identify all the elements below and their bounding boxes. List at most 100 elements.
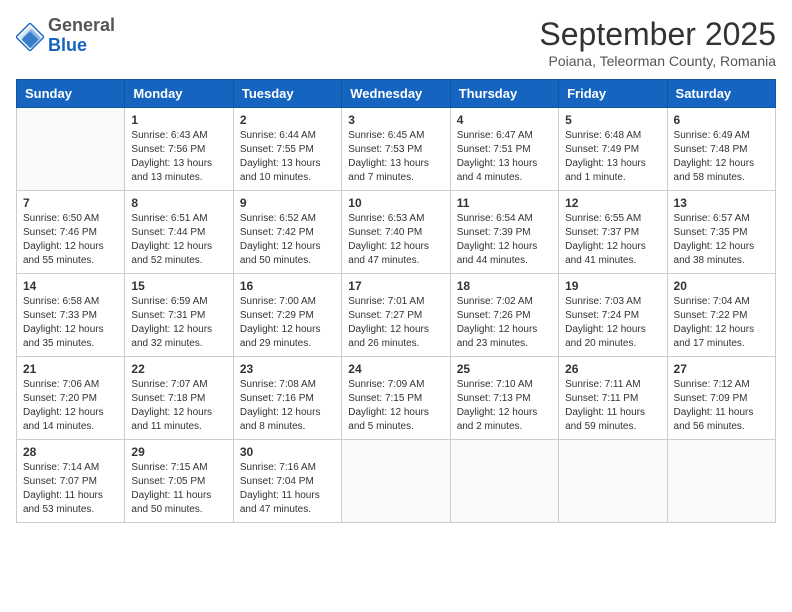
day-number: 19 bbox=[565, 279, 660, 293]
calendar-cell: 15 Sunrise: 6:59 AMSunset: 7:31 PMDayligh… bbox=[125, 274, 233, 357]
calendar-week-1: 1 Sunrise: 6:43 AMSunset: 7:56 PMDaylight… bbox=[17, 108, 776, 191]
day-number: 10 bbox=[348, 196, 443, 210]
day-info: Sunrise: 6:48 AMSunset: 7:49 PMDaylight:… bbox=[565, 129, 660, 185]
calendar-cell bbox=[342, 440, 450, 523]
calendar-cell bbox=[559, 440, 667, 523]
day-info: Sunrise: 6:44 AMSunset: 7:55 PMDaylight:… bbox=[240, 129, 335, 185]
calendar-cell: 22 Sunrise: 7:07 AMSunset: 7:18 PMDayligh… bbox=[125, 357, 233, 440]
day-number: 26 bbox=[565, 362, 660, 376]
day-info: Sunrise: 7:00 AMSunset: 7:29 PMDaylight:… bbox=[240, 295, 335, 351]
day-number: 16 bbox=[240, 279, 335, 293]
logo: General Blue bbox=[16, 16, 115, 56]
calendar-cell bbox=[667, 440, 775, 523]
day-number: 12 bbox=[565, 196, 660, 210]
day-number: 11 bbox=[457, 196, 552, 210]
day-info: Sunrise: 7:01 AMSunset: 7:27 PMDaylight:… bbox=[348, 295, 443, 351]
calendar-cell: 26 Sunrise: 7:11 AMSunset: 7:11 PMDayligh… bbox=[559, 357, 667, 440]
calendar-cell bbox=[450, 440, 558, 523]
day-number: 24 bbox=[348, 362, 443, 376]
calendar-cell: 21 Sunrise: 7:06 AMSunset: 7:20 PMDayligh… bbox=[17, 357, 125, 440]
calendar-cell: 19Sunrise: 7:03 AMSunset: 7:24 PMDayligh… bbox=[559, 274, 667, 357]
logo-icon bbox=[16, 23, 44, 51]
title-block: September 2025 Poiana, Teleorman County,… bbox=[539, 16, 776, 69]
calendar-cell: 16 Sunrise: 7:00 AMSunset: 7:29 PMDayligh… bbox=[233, 274, 341, 357]
calendar-cell: 12 Sunrise: 6:55 AMSunset: 7:37 PMDayligh… bbox=[559, 191, 667, 274]
calendar-cell: 23Sunrise: 7:08 AMSunset: 7:16 PMDayligh… bbox=[233, 357, 341, 440]
calendar-cell: 29 Sunrise: 7:15 AMSunset: 7:05 PMDayligh… bbox=[125, 440, 233, 523]
day-number: 18 bbox=[457, 279, 552, 293]
day-info: Sunrise: 7:09 AMSunset: 7:15 PMDaylight:… bbox=[348, 378, 443, 434]
calendar-cell: 8Sunrise: 6:51 AMSunset: 7:44 PMDaylight… bbox=[125, 191, 233, 274]
calendar-cell: 10 Sunrise: 6:53 AMSunset: 7:40 PMDayligh… bbox=[342, 191, 450, 274]
day-number: 1 bbox=[131, 113, 226, 127]
day-info: Sunrise: 7:02 AMSunset: 7:26 PMDaylight:… bbox=[457, 295, 552, 351]
day-info: Sunrise: 7:07 AMSunset: 7:18 PMDaylight:… bbox=[131, 378, 226, 434]
calendar-week-4: 21 Sunrise: 7:06 AMSunset: 7:20 PMDayligh… bbox=[17, 357, 776, 440]
day-info: Sunrise: 7:08 AMSunset: 7:16 PMDaylight:… bbox=[240, 378, 335, 434]
calendar-cell: 6 Sunrise: 6:49 AMSunset: 7:48 PMDaylight… bbox=[667, 108, 775, 191]
day-info: Sunrise: 7:04 AMSunset: 7:22 PMDaylight:… bbox=[674, 295, 769, 351]
calendar-cell: 13Sunrise: 6:57 AMSunset: 7:35 PMDayligh… bbox=[667, 191, 775, 274]
weekday-tuesday: Tuesday bbox=[233, 80, 341, 108]
calendar-cell: 25 Sunrise: 7:10 AMSunset: 7:13 PMDayligh… bbox=[450, 357, 558, 440]
day-info: Sunrise: 6:50 AMSunset: 7:46 PMDaylight:… bbox=[23, 212, 118, 268]
calendar-cell: 24 Sunrise: 7:09 AMSunset: 7:15 PMDayligh… bbox=[342, 357, 450, 440]
logo-blue: Blue bbox=[48, 36, 115, 56]
day-info: Sunrise: 6:54 AMSunset: 7:39 PMDaylight:… bbox=[457, 212, 552, 268]
weekday-thursday: Thursday bbox=[450, 80, 558, 108]
day-number: 29 bbox=[131, 445, 226, 459]
calendar-cell: 7 Sunrise: 6:50 AMSunset: 7:46 PMDaylight… bbox=[17, 191, 125, 274]
calendar-subtitle: Poiana, Teleorman County, Romania bbox=[539, 53, 776, 69]
weekday-header-row: SundayMondayTuesdayWednesdayThursdayFrid… bbox=[17, 80, 776, 108]
weekday-sunday: Sunday bbox=[17, 80, 125, 108]
day-number: 13 bbox=[674, 196, 769, 210]
day-number: 14 bbox=[23, 279, 118, 293]
calendar-week-5: 28 Sunrise: 7:14 AMSunset: 7:07 PMDayligh… bbox=[17, 440, 776, 523]
calendar-cell: 14Sunrise: 6:58 AMSunset: 7:33 PMDayligh… bbox=[17, 274, 125, 357]
calendar-cell: 20 Sunrise: 7:04 AMSunset: 7:22 PMDayligh… bbox=[667, 274, 775, 357]
day-number: 20 bbox=[674, 279, 769, 293]
day-number: 28 bbox=[23, 445, 118, 459]
calendar-week-3: 14Sunrise: 6:58 AMSunset: 7:33 PMDayligh… bbox=[17, 274, 776, 357]
day-info: Sunrise: 6:45 AMSunset: 7:53 PMDaylight:… bbox=[348, 129, 443, 185]
day-info: Sunrise: 7:11 AMSunset: 7:11 PMDaylight:… bbox=[565, 378, 660, 434]
day-info: Sunrise: 6:51 AMSunset: 7:44 PMDaylight:… bbox=[131, 212, 226, 268]
day-number: 7 bbox=[23, 196, 118, 210]
day-number: 2 bbox=[240, 113, 335, 127]
day-number: 3 bbox=[348, 113, 443, 127]
day-info: Sunrise: 6:55 AMSunset: 7:37 PMDaylight:… bbox=[565, 212, 660, 268]
day-number: 22 bbox=[131, 362, 226, 376]
weekday-friday: Friday bbox=[559, 80, 667, 108]
day-number: 9 bbox=[240, 196, 335, 210]
day-info: Sunrise: 7:12 AMSunset: 7:09 PMDaylight:… bbox=[674, 378, 769, 434]
calendar-cell: 18 Sunrise: 7:02 AMSunset: 7:26 PMDayligh… bbox=[450, 274, 558, 357]
weekday-saturday: Saturday bbox=[667, 80, 775, 108]
calendar-cell: 17Sunrise: 7:01 AMSunset: 7:27 PMDayligh… bbox=[342, 274, 450, 357]
day-info: Sunrise: 6:43 AMSunset: 7:56 PMDaylight:… bbox=[131, 129, 226, 185]
calendar-cell: 1 Sunrise: 6:43 AMSunset: 7:56 PMDaylight… bbox=[125, 108, 233, 191]
day-number: 4 bbox=[457, 113, 552, 127]
calendar-cell: 28 Sunrise: 7:14 AMSunset: 7:07 PMDayligh… bbox=[17, 440, 125, 523]
weekday-monday: Monday bbox=[125, 80, 233, 108]
day-info: Sunrise: 7:14 AMSunset: 7:07 PMDaylight:… bbox=[23, 461, 118, 517]
day-info: Sunrise: 6:49 AMSunset: 7:48 PMDaylight:… bbox=[674, 129, 769, 185]
day-info: Sunrise: 7:06 AMSunset: 7:20 PMDaylight:… bbox=[23, 378, 118, 434]
calendar-table: SundayMondayTuesdayWednesdayThursdayFrid… bbox=[16, 79, 776, 523]
weekday-wednesday: Wednesday bbox=[342, 80, 450, 108]
day-number: 27 bbox=[674, 362, 769, 376]
calendar-cell: 11 Sunrise: 6:54 AMSunset: 7:39 PMDayligh… bbox=[450, 191, 558, 274]
day-info: Sunrise: 7:10 AMSunset: 7:13 PMDaylight:… bbox=[457, 378, 552, 434]
calendar-cell: 4Sunrise: 6:47 AMSunset: 7:51 PMDaylight… bbox=[450, 108, 558, 191]
calendar-cell: 3 Sunrise: 6:45 AMSunset: 7:53 PMDaylight… bbox=[342, 108, 450, 191]
day-info: Sunrise: 7:15 AMSunset: 7:05 PMDaylight:… bbox=[131, 461, 226, 517]
page-header: General Blue September 2025 Poiana, Tele… bbox=[16, 16, 776, 69]
day-number: 15 bbox=[131, 279, 226, 293]
day-number: 6 bbox=[674, 113, 769, 127]
day-number: 25 bbox=[457, 362, 552, 376]
day-number: 21 bbox=[23, 362, 118, 376]
day-info: Sunrise: 6:53 AMSunset: 7:40 PMDaylight:… bbox=[348, 212, 443, 268]
day-info: Sunrise: 6:52 AMSunset: 7:42 PMDaylight:… bbox=[240, 212, 335, 268]
day-number: 5 bbox=[565, 113, 660, 127]
calendar-cell bbox=[17, 108, 125, 191]
day-info: Sunrise: 6:59 AMSunset: 7:31 PMDaylight:… bbox=[131, 295, 226, 351]
